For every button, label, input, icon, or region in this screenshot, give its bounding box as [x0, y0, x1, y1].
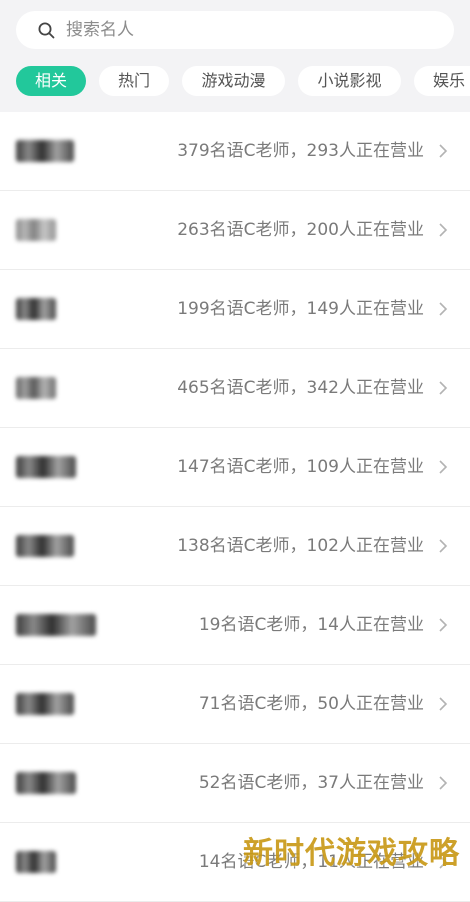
list-item[interactable]: 465名语C老师，342人正在营业 — [0, 349, 470, 428]
tab-related[interactable]: 相关 — [16, 66, 86, 96]
chevron-right-icon — [439, 223, 448, 237]
search-placeholder: 搜索名人 — [66, 20, 134, 40]
celebrity-list: 379名语C老师，293人正在营业 263名语C老师，200人正在营业 199名… — [0, 112, 470, 902]
chevron-right-icon — [439, 618, 448, 632]
header: 搜索名人 相关 热门 游戏动漫 小说影视 娱乐 — [0, 0, 470, 112]
teacher-count: 199名语C老师，149人正在营业 — [177, 299, 424, 319]
list-item[interactable]: 199名语C老师，149人正在营业 — [0, 270, 470, 349]
teacher-count: 465名语C老师，342人正在营业 — [177, 378, 424, 398]
teacher-count: 379名语C老师，293人正在营业 — [177, 141, 424, 161]
chevron-right-icon — [439, 381, 448, 395]
chevron-right-icon — [439, 697, 448, 711]
list-item[interactable]: 379名语C老师，293人正在营业 — [0, 112, 470, 191]
list-item[interactable]: 147名语C老师，109人正在营业 — [0, 428, 470, 507]
category-tabs: 相关 热门 游戏动漫 小说影视 娱乐 — [0, 66, 470, 96]
teacher-count: 147名语C老师，109人正在营业 — [177, 457, 424, 477]
chevron-right-icon — [439, 460, 448, 474]
chevron-right-icon — [439, 776, 448, 790]
teacher-count: 138名语C老师，102人正在营业 — [177, 536, 424, 556]
chevron-right-icon — [439, 539, 448, 553]
chevron-right-icon — [439, 144, 448, 158]
teacher-count: 52名语C老师，37人正在营业 — [198, 773, 424, 793]
watermark: 新时代游戏攻略 — [243, 836, 460, 871]
search-icon — [38, 22, 55, 39]
teacher-count: 71名语C老师，50人正在营业 — [198, 694, 424, 714]
list-item[interactable]: 71名语C老师，50人正在营业 — [0, 665, 470, 744]
tab-entertainment[interactable]: 娱乐 — [414, 66, 470, 96]
tab-games-anime[interactable]: 游戏动漫 — [182, 66, 285, 96]
tab-novels-film[interactable]: 小说影视 — [298, 66, 401, 96]
list-item[interactable]: 138名语C老师，102人正在营业 — [0, 507, 470, 586]
list-item[interactable]: 263名语C老师，200人正在营业 — [0, 191, 470, 270]
teacher-count: 263名语C老师，200人正在营业 — [177, 220, 424, 240]
list-item[interactable]: 52名语C老师，37人正在营业 — [0, 744, 470, 823]
teacher-count: 19名语C老师，14人正在营业 — [198, 615, 424, 635]
tab-hot[interactable]: 热门 — [99, 66, 169, 96]
list-item[interactable]: 19名语C老师，14人正在营业 — [0, 586, 470, 665]
search-bar[interactable]: 搜索名人 — [16, 11, 454, 49]
chevron-right-icon — [439, 302, 448, 316]
